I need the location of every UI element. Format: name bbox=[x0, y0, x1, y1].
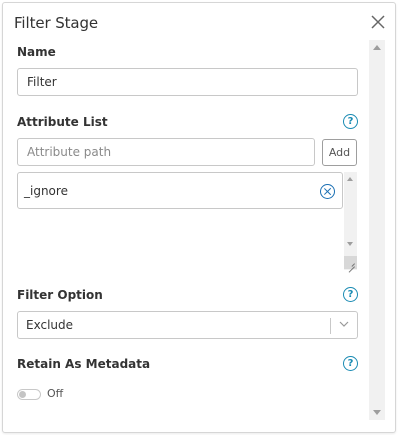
name-label: Name bbox=[17, 45, 56, 59]
attribute-list: _ignore bbox=[17, 172, 357, 270]
chevron-down-icon bbox=[339, 321, 349, 327]
retain-metadata-toggle[interactable] bbox=[17, 389, 41, 400]
filter-stage-dialog: Filter Stage Name Filter Attribute List … bbox=[2, 2, 396, 433]
attribute-path-input[interactable]: Attribute path bbox=[17, 138, 315, 166]
name-input[interactable]: Filter bbox=[17, 68, 358, 96]
dialog-title: Filter Stage bbox=[14, 14, 99, 32]
filter-option-select[interactable]: Exclude bbox=[17, 311, 358, 339]
resize-handle-icon[interactable] bbox=[344, 256, 357, 269]
select-separator bbox=[330, 318, 331, 334]
list-scroll-down-icon[interactable] bbox=[347, 242, 353, 246]
add-button[interactable]: Add bbox=[322, 139, 357, 166]
retain-metadata-help-icon[interactable]: ? bbox=[343, 356, 358, 371]
attribute-list-help-icon[interactable]: ? bbox=[343, 114, 358, 129]
toggle-state-text: Off bbox=[47, 387, 64, 400]
remove-circle-x-icon[interactable] bbox=[320, 184, 335, 199]
attribute-list-label: Attribute List bbox=[17, 115, 108, 129]
filter-option-value: Exclude bbox=[26, 318, 74, 332]
scroll-down-arrow-icon[interactable] bbox=[373, 410, 381, 415]
list-scroll-up-icon[interactable] bbox=[347, 177, 353, 181]
scroll-up-arrow-icon[interactable] bbox=[373, 45, 381, 50]
filter-option-help-icon[interactable]: ? bbox=[343, 287, 358, 302]
toggle-knob bbox=[19, 391, 26, 398]
list-item: _ignore bbox=[17, 172, 343, 209]
attribute-item-value: _ignore bbox=[24, 183, 68, 198]
dialog-scrollbar[interactable] bbox=[369, 40, 385, 420]
retain-metadata-label: Retain As Metadata bbox=[17, 357, 151, 371]
close-icon[interactable] bbox=[369, 13, 387, 31]
filter-option-label: Filter Option bbox=[17, 288, 103, 302]
